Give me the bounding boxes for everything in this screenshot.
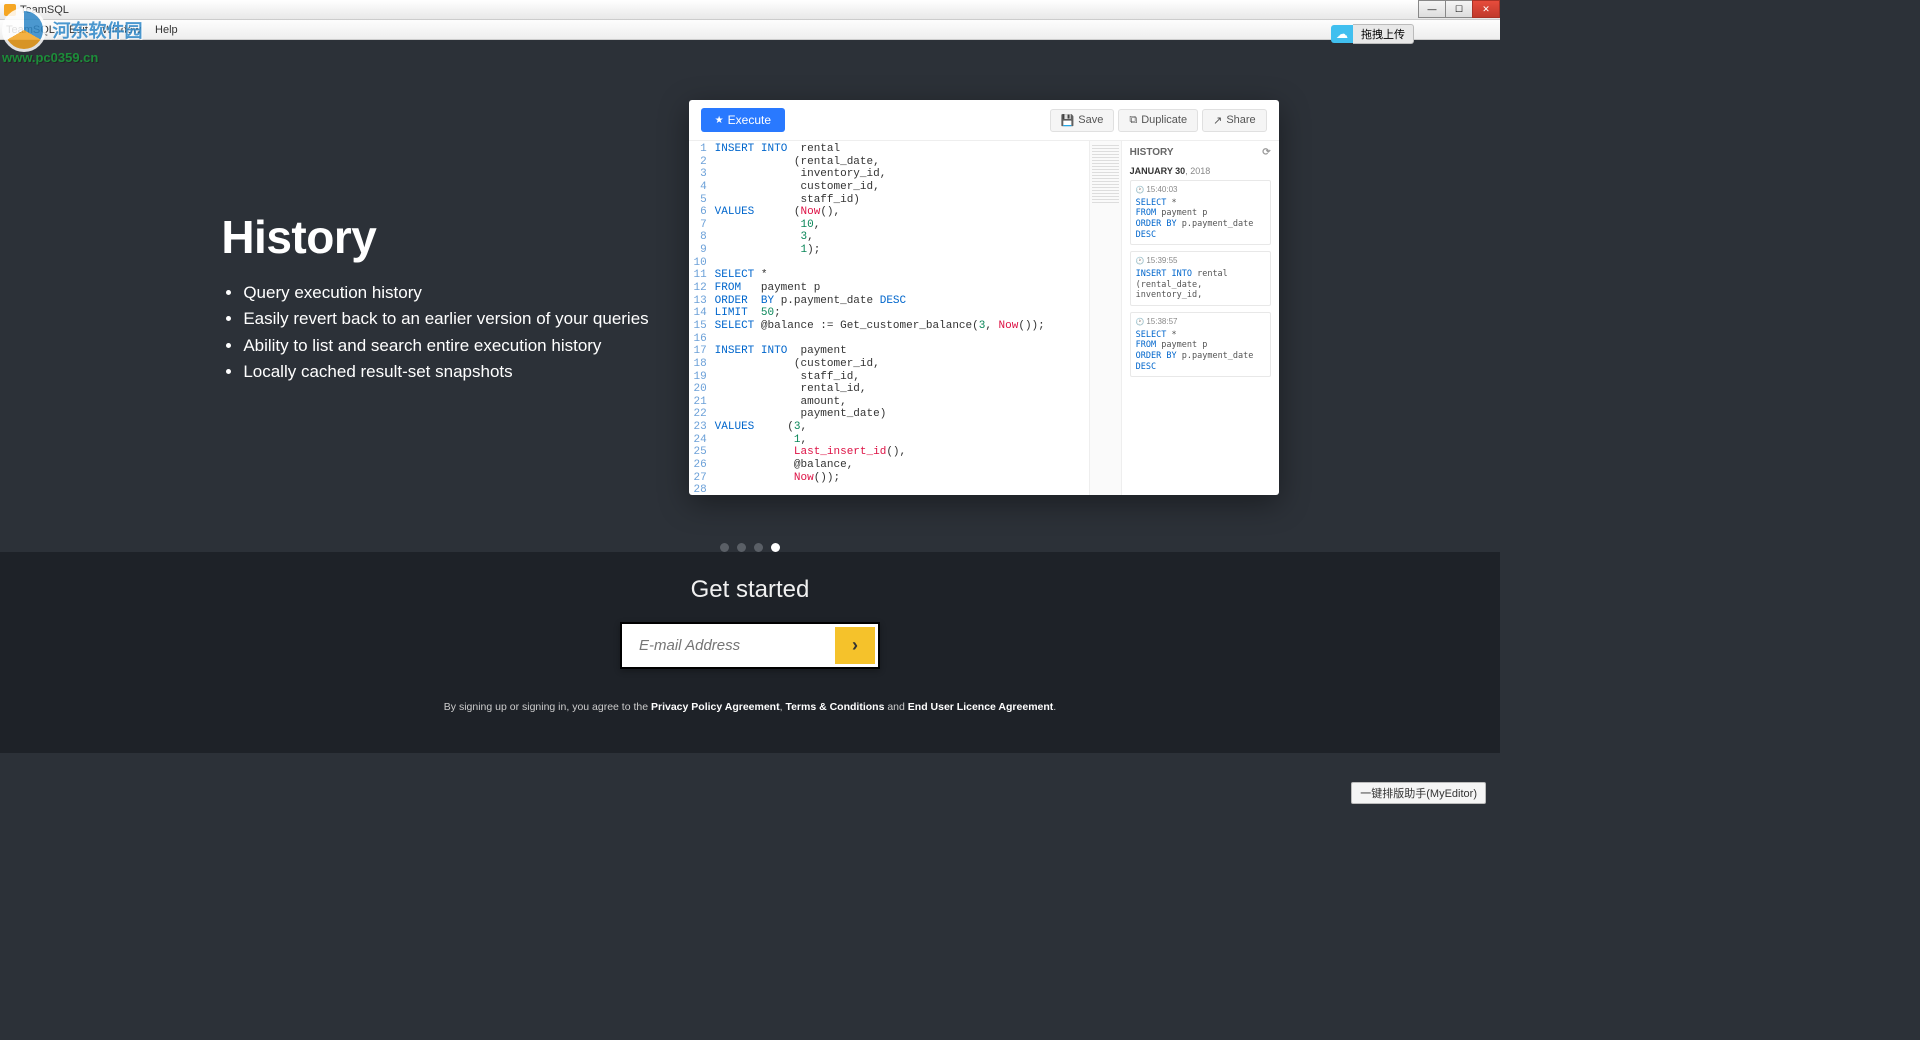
editor-body: 1INSERT INTO rental2 (rental_date,3 inve… — [689, 141, 1279, 495]
code-line: 13ORDER BY p.payment_date DESC — [689, 295, 1089, 308]
code-line: 12FROM payment p — [689, 282, 1089, 295]
email-input[interactable] — [625, 627, 835, 664]
app-screenshot: Execute 💾Save ⧉Duplicate ↗Share 1INSERT … — [689, 100, 1279, 495]
privacy-link[interactable]: Privacy Policy Agreement — [651, 701, 780, 713]
save-button[interactable]: 💾Save — [1050, 109, 1115, 132]
history-item[interactable]: 15:38:57SELECT *FROM payment pORDER BY p… — [1130, 312, 1271, 377]
hero-text: History Query execution history Easily r… — [221, 210, 648, 385]
history-panel: HISTORY⟳ JANUARY 30, 2018 15:40:03SELECT… — [1121, 141, 1279, 495]
code-line: 23VALUES (3, — [689, 421, 1089, 434]
code-line: 21 amount, — [689, 396, 1089, 409]
code-line: 16 — [689, 333, 1089, 346]
carousel-dot-active[interactable] — [771, 543, 780, 552]
code-line: 9 1); — [689, 244, 1089, 257]
window-controls: — ☐ ✕ — [1419, 0, 1500, 18]
copy-icon: ⧉ — [1129, 114, 1137, 127]
code-minimap[interactable] — [1089, 141, 1121, 495]
code-line: 2 (rental_date, — [689, 156, 1089, 169]
code-line: 26 @balance, — [689, 459, 1089, 472]
minimize-button[interactable]: — — [1418, 0, 1446, 18]
code-line: 17INSERT INTO payment — [689, 345, 1089, 358]
duplicate-button[interactable]: ⧉Duplicate — [1118, 109, 1198, 132]
submit-button[interactable]: › — [835, 627, 875, 664]
carousel-dots — [0, 543, 1500, 552]
history-date: JANUARY 30, 2018 — [1130, 166, 1271, 176]
code-line: 14LIMIT 50; — [689, 307, 1089, 320]
code-line: 19 staff_id, — [689, 371, 1089, 384]
upload-badge[interactable]: ☁ 拖拽上传 — [1331, 24, 1414, 44]
share-icon: ↗ — [1213, 114, 1222, 127]
menu-edit[interactable]: Edit — [69, 24, 88, 36]
close-button[interactable]: ✕ — [1472, 0, 1500, 18]
maximize-button[interactable]: ☐ — [1445, 0, 1473, 18]
cloud-upload-icon: ☁ — [1331, 25, 1353, 43]
terms-link[interactable]: Terms & Conditions — [785, 701, 884, 713]
code-line: 25 Last_insert_id(), — [689, 446, 1089, 459]
code-line: 1INSERT INTO rental — [689, 143, 1089, 156]
hero-section: History Query execution history Easily r… — [0, 40, 1500, 525]
menu-window[interactable]: Window — [102, 24, 141, 36]
carousel-dot[interactable] — [720, 543, 729, 552]
code-editor[interactable]: 1INSERT INTO rental2 (rental_date,3 inve… — [689, 141, 1089, 495]
code-line: 10 — [689, 257, 1089, 270]
menu-teamsql[interactable]: TeamSQL — [6, 24, 55, 36]
code-line: 8 3, — [689, 231, 1089, 244]
code-line: 3 inventory_id, — [689, 168, 1089, 181]
code-line: 7 10, — [689, 219, 1089, 232]
code-line: 5 staff_id) — [689, 194, 1089, 207]
refresh-icon[interactable]: ⟳ — [1262, 147, 1270, 158]
code-line: 22 payment_date) — [689, 408, 1089, 421]
helper-badge[interactable]: 一键排版助手(MyEditor) — [1351, 782, 1486, 804]
code-line: 6VALUES (Now(), — [689, 206, 1089, 219]
code-line: 11SELECT * — [689, 269, 1089, 282]
code-line: 20 rental_id, — [689, 383, 1089, 396]
history-header: HISTORY⟳ — [1130, 147, 1271, 158]
hero-title: History — [221, 210, 648, 264]
editor-toolbar: Execute 💾Save ⧉Duplicate ↗Share — [689, 100, 1279, 141]
code-line: 18 (customer_id, — [689, 358, 1089, 371]
window-title-bar: TeamSQL — ☐ ✕ — [0, 0, 1500, 20]
code-line: 15SELECT @balance := Get_customer_balanc… — [689, 320, 1089, 333]
code-line: 27 Now()); — [689, 472, 1089, 485]
code-line: 24 1, — [689, 434, 1089, 447]
save-icon: 💾 — [1061, 114, 1075, 127]
app-icon — [4, 4, 16, 16]
hero-bullet: Ability to list and search entire execut… — [243, 333, 648, 359]
upload-label: 拖拽上传 — [1353, 24, 1414, 44]
hero-bullet: Query execution history — [243, 280, 648, 306]
menu-bar: TeamSQL Edit Window Help — [0, 20, 1500, 40]
carousel-dot[interactable] — [737, 543, 746, 552]
window-title: TeamSQL — [20, 4, 69, 16]
get-started-heading: Get started — [0, 576, 1500, 604]
share-button[interactable]: ↗Share — [1202, 109, 1267, 132]
execute-button[interactable]: Execute — [701, 108, 785, 132]
code-line: 4 customer_id, — [689, 181, 1089, 194]
history-item[interactable]: 15:40:03SELECT *FROM payment pORDER BY p… — [1130, 180, 1271, 245]
chevron-right-icon: › — [852, 635, 858, 656]
history-item[interactable]: 15:39:55INSERT INTO rental (rental_date,… — [1130, 251, 1271, 306]
agreement-text: By signing up or signing in, you agree t… — [0, 701, 1500, 713]
hero-bullet: Locally cached result-set snapshots — [243, 359, 648, 385]
footer-section: Get started › By signing up or signing i… — [0, 552, 1500, 753]
eula-link[interactable]: End User Licence Agreement — [908, 701, 1054, 713]
code-line: 28 — [689, 484, 1089, 495]
menu-help[interactable]: Help — [155, 24, 178, 36]
hero-bullet: Easily revert back to an earlier version… — [243, 306, 648, 332]
carousel-dot[interactable] — [754, 543, 763, 552]
email-form: › — [620, 622, 880, 669]
hero-bullets: Query execution history Easily revert ba… — [221, 280, 648, 385]
